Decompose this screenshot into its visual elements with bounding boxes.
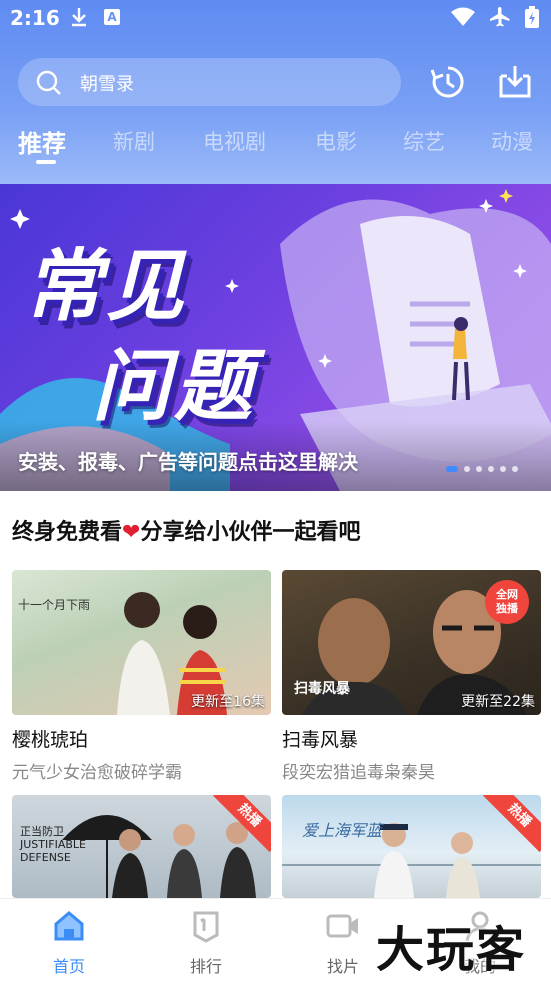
heart-icon: ❤ [122,520,141,545]
battery-icon [525,6,539,28]
video-thumbnail[interactable]: 十一个月下雨 更新至16集 [12,570,271,715]
download-icon [68,6,90,32]
video-thumbnail[interactable]: 正当防卫 JUSTIFIABLE DEFENSE 热播 [12,795,271,898]
watermark-logo: 大玩客 [376,922,527,978]
poster-title: 爱上海军蓝 [302,821,383,840]
tab-new-drama[interactable]: 新剧 [113,126,155,156]
nav-label: 首页 [52,957,85,976]
tab-tv-series[interactable]: 电视剧 [203,126,266,156]
video-subtitle: 元气少女治愈破碎学霸 [12,763,182,783]
nav-find-movies[interactable]: 找片 [303,909,383,977]
nav-label: 排行 [189,957,222,976]
section-title-before: 终身免费看 [12,520,123,545]
video-thumbnail[interactable]: 全网 独播 扫毒风暴 更新至22集 [282,570,541,715]
video-title[interactable]: 扫毒风暴 [282,725,541,752]
video-card[interactable]: 爱上海军蓝 热播 [282,795,541,898]
status-icons [451,6,539,28]
tab-variety[interactable]: 综艺 [403,126,445,156]
tab-anime[interactable]: 动漫 [491,126,533,156]
video-subtitle: 段奕宏猎追毒枭秦昊 [282,763,435,783]
category-tabs: 推荐 新剧 电视剧 电影 综艺 动漫 [0,122,551,168]
video-card[interactable]: 十一个月下雨 更新至16集 樱桃琥珀 元气少女治愈破碎学霸 [12,570,271,783]
tab-movies[interactable]: 电影 [315,126,357,156]
pagination-dot [512,466,518,472]
banner-title-line2: 问题 [92,342,257,432]
nav-home[interactable]: 首页 [29,909,109,977]
banner[interactable]: 常见 问题 安装、报毒、广告等问题点击这里解决 [0,184,551,491]
exclusive-badge: 全网 独播 [485,580,529,624]
nav-label: 找片 [326,957,359,976]
video-card[interactable]: 全网 独播 扫毒风暴 更新至22集 扫毒风暴 段奕宏猎追毒枭秦昊 [282,570,541,783]
pagination-dot [488,466,494,472]
pagination-dot [500,466,506,472]
tab-recommend[interactable]: 推荐 [18,124,66,159]
section-title-after: 分享给小伙伴一起看吧 [140,520,361,545]
banner-title-line1: 常见 [24,242,189,332]
header: 2:16 A 朝雪录 推荐 新剧 电视剧 电影 综艺 动漫 [0,0,551,184]
pagination-dot [476,466,482,472]
poster-title: 正当防卫 JUSTIFIABLE DEFENSE [20,825,86,864]
history-button[interactable] [428,62,468,102]
home-icon [54,911,84,941]
search-input[interactable]: 朝雪录 [80,70,134,96]
ranking-icon [193,911,219,943]
wifi-icon [451,7,475,26]
poster-title: 十一个月下雨 [18,598,91,612]
poster-title: 扫毒风暴 [294,681,350,697]
nav-ranking[interactable]: 排行 [166,909,246,977]
pagination-dot [446,466,458,472]
video-thumbnail[interactable]: 爱上海军蓝 热播 [282,795,541,898]
tab-indicator [36,160,56,164]
search-bar[interactable]: 朝雪录 [18,58,401,106]
download-box-icon [499,66,531,98]
video-title[interactable]: 樱桃琥珀 [12,725,271,752]
airplane-icon [490,7,510,27]
section-title: 终身免费看❤分享给小伙伴一起看吧 [12,514,360,546]
history-icon [430,66,464,98]
a-icon: A [104,9,120,25]
episode-update-label: 更新至22集 [461,694,535,710]
banner-caption: 安装、报毒、广告等问题点击这里解决 [18,450,358,474]
search-icon [36,70,61,95]
episode-update-label: 更新至16集 [191,694,265,710]
status-time: 2:16 [10,6,60,30]
banner-pagination [446,466,518,472]
video-card[interactable]: 正当防卫 JUSTIFIABLE DEFENSE 热播 [12,795,271,898]
pagination-dot [464,466,470,472]
download-manager-button[interactable] [495,62,535,102]
video-icon [326,914,358,938]
status-bar: 2:16 A [0,0,551,38]
